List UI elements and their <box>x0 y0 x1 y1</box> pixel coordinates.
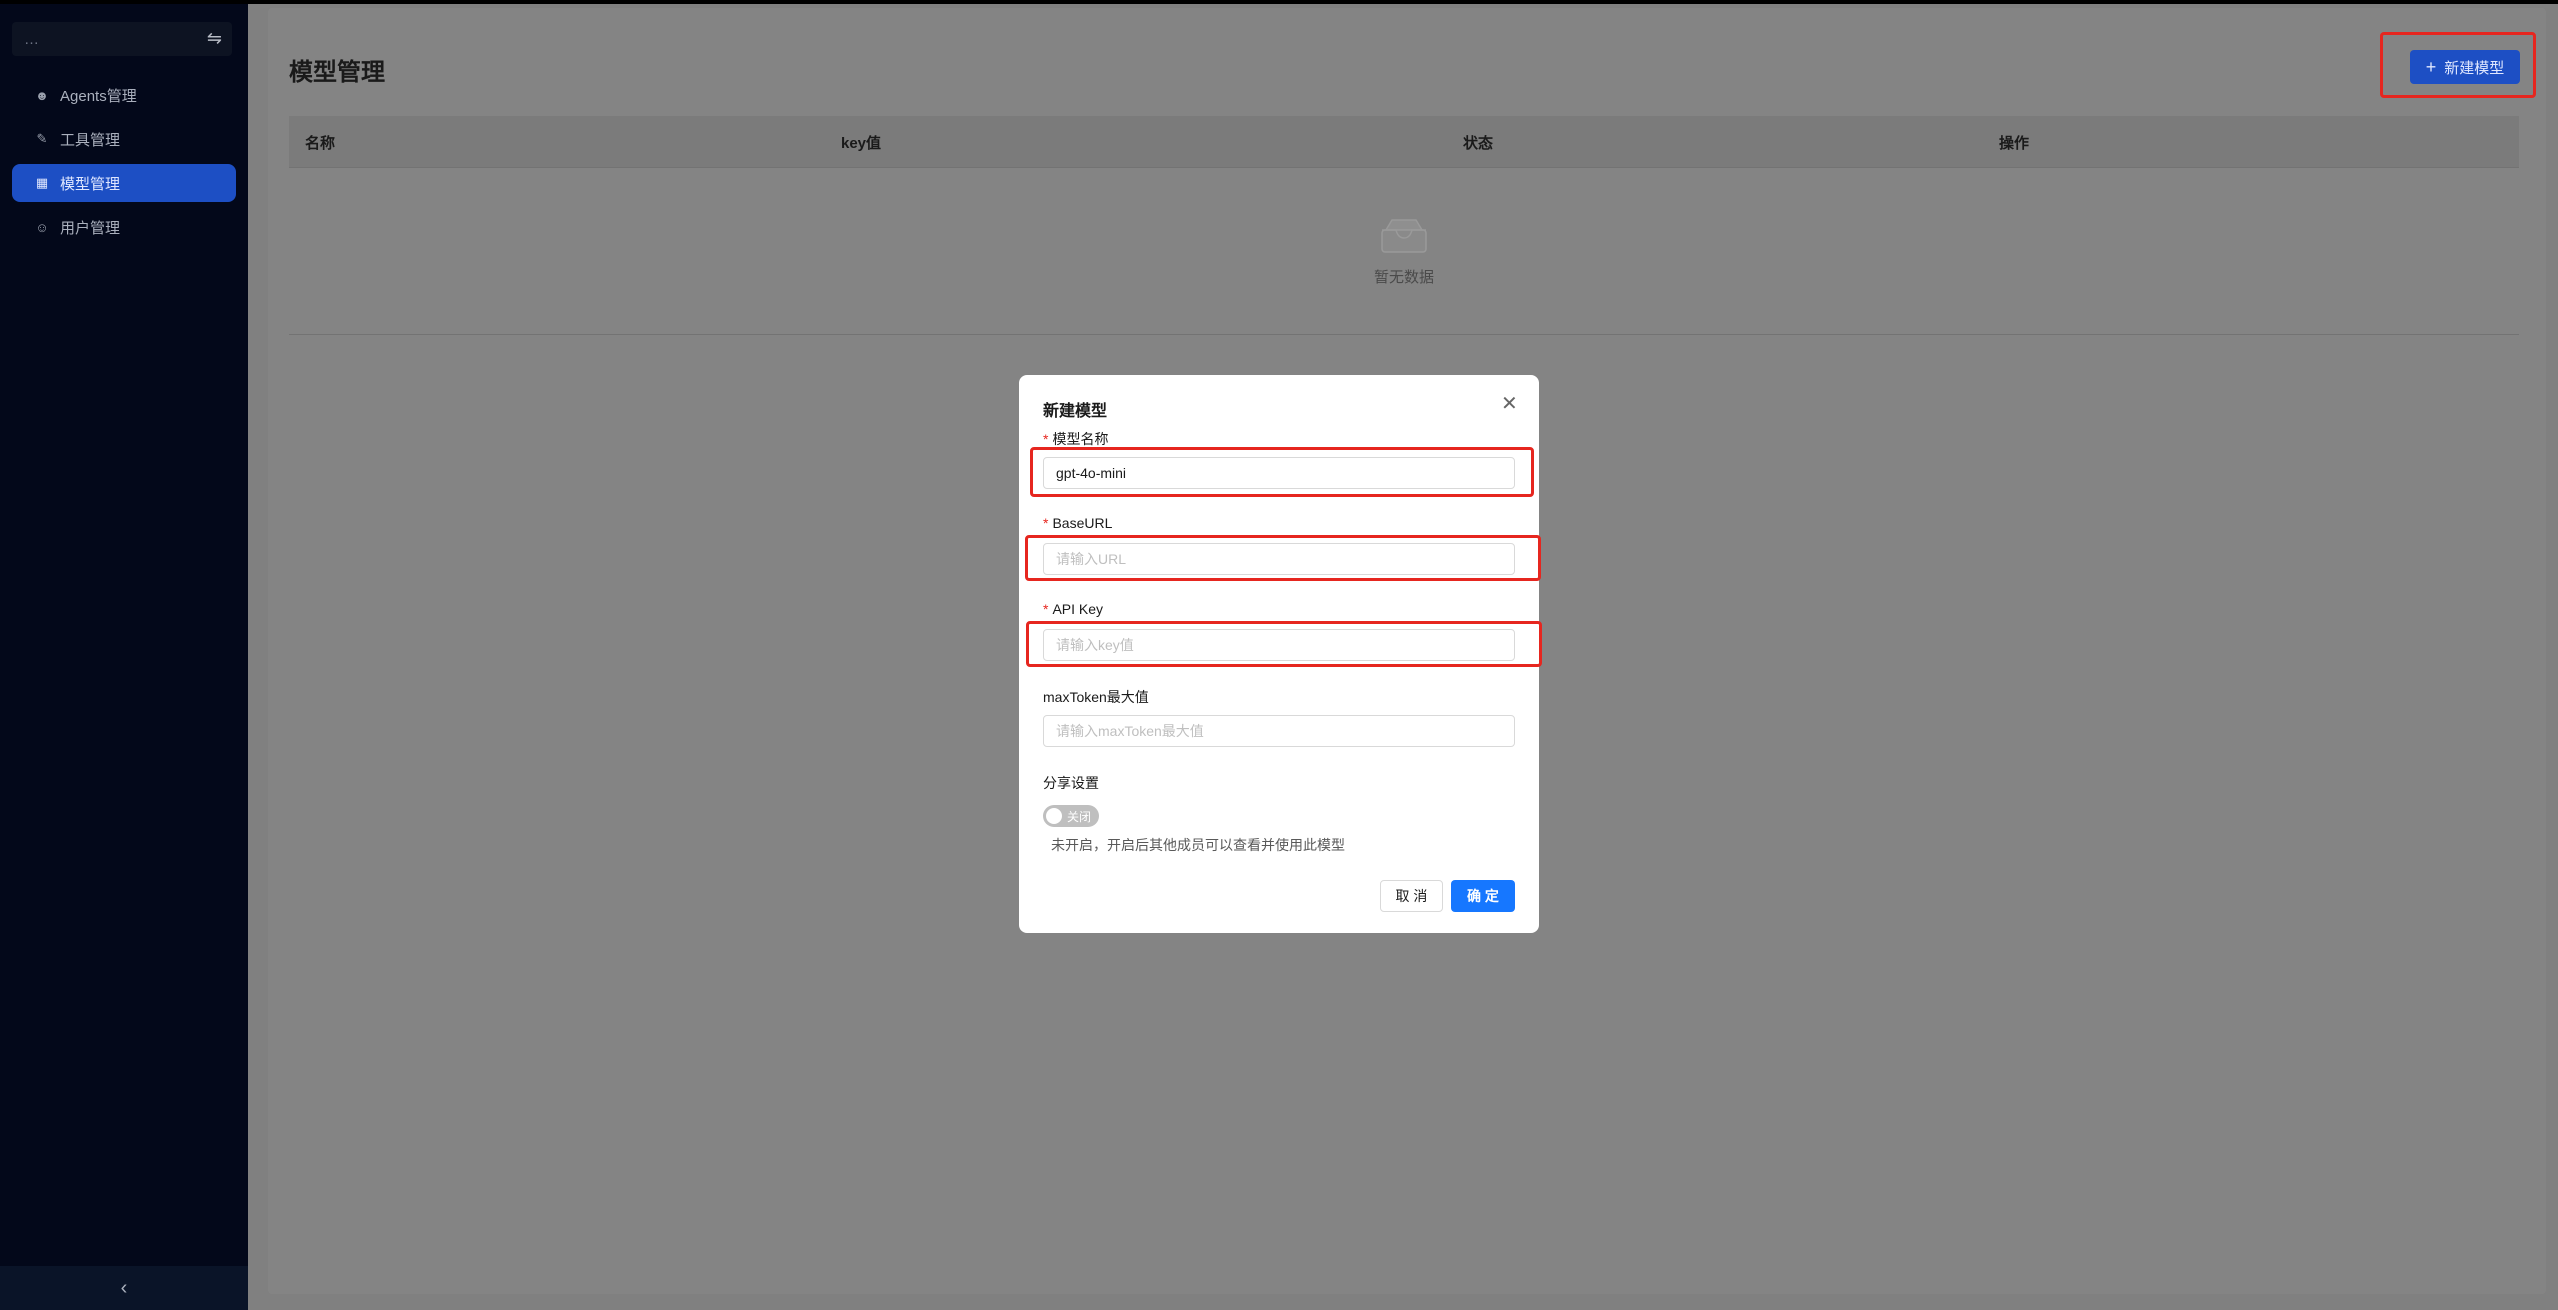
table-header: 名称 key值 状态 操作 <box>289 116 2519 168</box>
agents-icon: ☻ <box>35 87 49 103</box>
dialog-title: 新建模型 <box>1043 403 1108 420</box>
base-url-label: * BaseURL <box>1043 515 1112 531</box>
plus-icon: + <box>2425 56 2437 77</box>
new-model-button-label: 新建模型 <box>2444 59 2505 77</box>
model-name-label-text: 模型名称 <box>1052 431 1109 447</box>
sidebar-item-agents[interactable]: ☻ Agents管理 <box>12 76 236 114</box>
share-hint: 未开启，开启后其他成员可以查看并使用此模型 <box>1051 837 1345 853</box>
column-header-actions: 操作 <box>1999 135 2030 152</box>
sidebar-item-label: Agents管理 <box>60 87 137 105</box>
column-header-name: 名称 <box>305 135 336 152</box>
page-title: 模型管理 <box>289 59 385 86</box>
sidebar-item-users[interactable]: ☺ 用户管理 <box>12 208 236 246</box>
required-mark: * <box>1043 515 1049 531</box>
confirm-button[interactable]: 确 定 <box>1451 880 1515 912</box>
sidebar-item-models[interactable]: ▦ 模型管理 <box>12 164 236 202</box>
sidebar-item-label: 用户管理 <box>60 219 121 237</box>
required-mark: * <box>1043 601 1049 617</box>
share-toggle[interactable]: 关闭 <box>1043 805 1099 827</box>
user-icon: ☺ <box>35 219 49 235</box>
sidebar-item-tools[interactable]: ✎ 工具管理 <box>12 120 236 158</box>
models-table: 名称 key值 状态 操作 暂无数据 <box>289 116 2519 336</box>
toggle-text: 关闭 <box>1067 810 1092 824</box>
model-name-input[interactable] <box>1043 457 1515 489</box>
workspace-switcher[interactable]: … ⇋ <box>12 22 232 56</box>
toggle-knob <box>1046 808 1062 824</box>
top-bar <box>0 0 2558 4</box>
api-key-input[interactable] <box>1043 629 1515 661</box>
sidebar-item-label: 模型管理 <box>60 175 121 193</box>
new-model-button[interactable]: + 新建模型 <box>2410 50 2520 84</box>
table-divider <box>289 334 2519 335</box>
sidebar: … ⇋ ☻ Agents管理 ✎ 工具管理 ▦ 模型管理 ☺ 用户管理 ‹ <box>0 4 248 1310</box>
max-token-label: maxToken最大值 <box>1043 689 1149 705</box>
model-icon: ▦ <box>35 175 49 190</box>
sidebar-collapse-button[interactable]: ‹ <box>0 1266 248 1310</box>
max-token-input[interactable] <box>1043 715 1515 747</box>
share-settings-label: 分享设置 <box>1043 775 1099 791</box>
column-header-status: 状态 <box>1463 135 1494 152</box>
close-icon[interactable]: ✕ <box>1501 391 1518 416</box>
base-url-input[interactable] <box>1043 543 1515 575</box>
required-mark: * <box>1043 431 1049 447</box>
api-key-label-text: API Key <box>1052 601 1104 617</box>
new-model-dialog: 新建模型 ✕ *模型名称 *BaseURL *API Key maxToken最… <box>1019 375 1542 933</box>
api-key-label: * API Key <box>1043 601 1103 617</box>
empty-inbox-icon <box>1381 219 1427 253</box>
column-header-key: key值 <box>841 135 882 152</box>
chevron-left-icon: ‹ <box>120 1276 128 1299</box>
cancel-button[interactable]: 取 消 <box>1380 880 1443 912</box>
swap-icon[interactable]: ⇋ <box>207 28 222 49</box>
tool-icon: ✎ <box>36 131 48 146</box>
workspace-name: … <box>24 30 41 48</box>
sidebar-item-label: 工具管理 <box>60 131 121 149</box>
base-url-label-text: BaseURL <box>1052 515 1113 531</box>
empty-state-text: 暂无数据 <box>1373 269 1434 286</box>
model-name-label: * 模型名称 <box>1043 429 1108 449</box>
